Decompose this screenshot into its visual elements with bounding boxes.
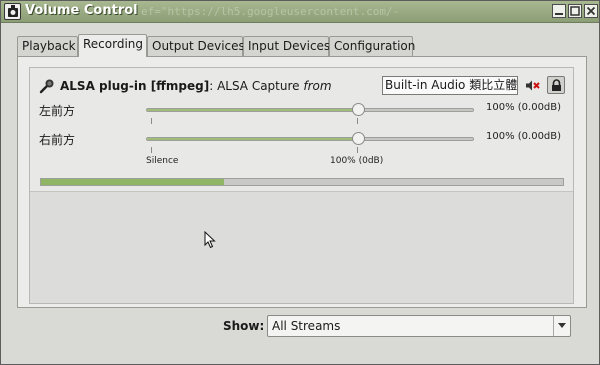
- tab-configuration[interactable]: Configuration: [329, 36, 416, 56]
- volume-readout: 100% (0.00dB): [486, 131, 562, 142]
- show-filter-label: Show:: [223, 319, 265, 333]
- stream-title: ALSA plug-in [ffmpeg]: ALSA Capture from: [60, 79, 332, 93]
- stream-separator: :: [209, 79, 218, 93]
- close-button[interactable]: [584, 4, 598, 18]
- channel-label: 左前方: [39, 104, 76, 118]
- stream-from-label: from: [303, 79, 332, 93]
- device-selector[interactable]: Built-in Audio 類比立體聲: [382, 76, 518, 95]
- tab-label: Playback: [22, 39, 76, 53]
- scale-tick-silence: [151, 118, 152, 124]
- lock-icon: [552, 79, 561, 91]
- close-icon: [586, 6, 596, 16]
- slider-fill: [147, 138, 358, 140]
- speaker-muted-icon[interactable]: [525, 79, 541, 92]
- volume-control-window: Volume Control ef="https://lh5.googleuse…: [0, 0, 600, 365]
- volume-slider-front-right[interactable]: [146, 132, 474, 145]
- channel-label: 右前方: [39, 133, 76, 147]
- slider-fill: [147, 109, 358, 111]
- title-bar[interactable]: Volume Control ef="https://lh5.googleuse…: [1, 1, 599, 23]
- volume-readout: 100% (0.00dB): [486, 102, 562, 113]
- app-icon: [4, 3, 21, 20]
- slider-knob[interactable]: [351, 103, 365, 116]
- show-filter-dropdown[interactable]: All Streams: [267, 315, 571, 337]
- lock-channels-button[interactable]: [547, 76, 565, 94]
- scale-label-silence: Silence: [146, 156, 179, 166]
- scale-tick-norm: [357, 147, 358, 153]
- slider-knob[interactable]: [351, 132, 365, 145]
- tab-label: Configuration: [334, 39, 416, 53]
- title-overlay-text: ef="https://lh5.googleusercontent.com/-: [141, 5, 400, 18]
- tab-recording[interactable]: Recording: [78, 34, 147, 57]
- scale-tick-silence: [151, 147, 152, 153]
- minimize-icon: [555, 13, 563, 15]
- tab-label: Output Devices: [152, 39, 245, 53]
- volume-slider-front-left[interactable]: [146, 103, 474, 116]
- scale-tick-norm: [357, 118, 358, 124]
- recording-panel: ALSA plug-in [ffmpeg]: ALSA Capture from…: [17, 56, 587, 308]
- stream-name: ALSA Capture: [217, 79, 300, 93]
- peak-level-fill: [41, 179, 224, 185]
- stream-app-name: ALSA plug-in [ffmpeg]: [60, 79, 210, 93]
- maximize-icon: [570, 6, 580, 16]
- tab-output-devices[interactable]: Output Devices: [147, 36, 245, 56]
- mouse-cursor-icon: [204, 231, 216, 249]
- stream-entry: ALSA plug-in [ffmpeg]: ALSA Capture from…: [30, 68, 573, 192]
- maximize-button[interactable]: [568, 4, 582, 18]
- peak-level-meter: [40, 178, 564, 186]
- chevron-down-icon: [558, 323, 566, 328]
- window-title: Volume Control: [25, 3, 138, 18]
- minimize-button[interactable]: [552, 4, 566, 18]
- scale-label-norm: 100% (0dB): [330, 156, 384, 166]
- tab-playback[interactable]: Playback: [17, 36, 78, 56]
- dropdown-arrow-button[interactable]: [553, 316, 570, 336]
- stream-list[interactable]: ALSA plug-in [ffmpeg]: ALSA Capture from…: [29, 67, 574, 304]
- show-filter-value: All Streams: [272, 319, 341, 333]
- tab-input-devices[interactable]: Input Devices: [243, 36, 331, 56]
- tab-label: Input Devices: [248, 39, 331, 53]
- microphone-icon: [39, 79, 54, 94]
- tab-label: Recording: [83, 37, 144, 51]
